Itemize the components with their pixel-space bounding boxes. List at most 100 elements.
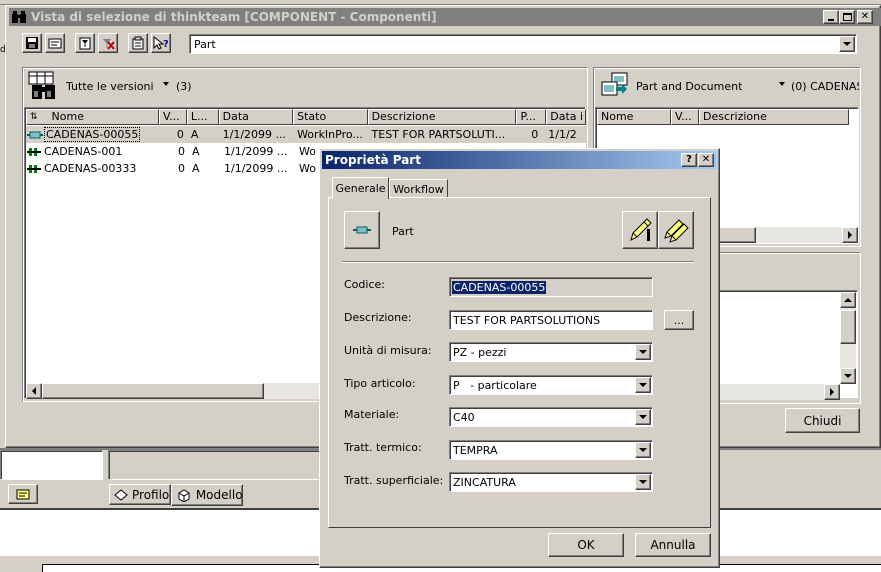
col-header-datai[interactable]: Data i [546, 109, 586, 125]
help-pointer-button[interactable]: ? [151, 33, 171, 53]
col-header-data[interactable]: Data [218, 109, 294, 125]
descrizione-field[interactable]: TEST FOR PARTSOLUTIONS [449, 310, 653, 330]
left-hscroll-thumb[interactable] [42, 383, 264, 399]
scroll-up-button[interactable] [840, 292, 856, 308]
chevron-down-icon [163, 82, 169, 86]
edit-button[interactable] [622, 211, 658, 249]
annulla-button[interactable]: Annulla [635, 533, 711, 557]
right-lower-hscrollbar[interactable] [702, 384, 840, 400]
table-row[interactable]: CADENAS-00055 0 A 1/1/2099 ... WorkInPro… [26, 126, 586, 143]
right-vscroll-thumb[interactable] [840, 310, 856, 344]
descrizione-browse-button[interactable]: ... [664, 310, 694, 330]
doc-col-header-descrizione[interactable]: Descrizione [699, 109, 849, 125]
termico-select[interactable]: TEMPRA [449, 440, 653, 460]
col-header-v[interactable]: V... [159, 109, 187, 125]
col-header-stato[interactable]: Stato [293, 109, 368, 125]
col-header-l[interactable]: L... [186, 109, 219, 125]
maximize-button[interactable] [839, 10, 855, 24]
descrizione-label: Descrizione: [344, 311, 412, 324]
termico-value: TEMPRA [453, 444, 498, 457]
chevron-down-icon [639, 415, 647, 419]
tab-workflow-label: Workflow [393, 182, 444, 196]
close-icon: ✕ [860, 11, 870, 22]
col-header-nome[interactable]: ⇅ Nome [26, 109, 160, 125]
materiale-value: C40 [453, 411, 475, 424]
col-header-descrizione[interactable]: Descrizione [367, 109, 517, 125]
tab-profilo[interactable]: Profilo [109, 484, 171, 505]
chiudi-button[interactable]: Chiudi [785, 408, 860, 433]
doc-col-header-v[interactable]: V... [671, 109, 699, 125]
edit-all-button[interactable] [658, 211, 694, 249]
notes-button[interactable] [128, 33, 148, 53]
ok-button[interactable]: OK [548, 533, 624, 557]
tab-modello[interactable]: Modello [171, 484, 243, 506]
close-button[interactable]: ✕ [857, 10, 873, 24]
toolbar-combo-dropdown[interactable] [839, 36, 855, 52]
tipo-label: Tipo articolo: [344, 377, 416, 390]
dialog-close-button[interactable]: ✕ [698, 153, 714, 167]
filter-button[interactable] [75, 33, 95, 53]
dialog-help-button[interactable]: ? [681, 153, 697, 167]
superficiale-select[interactable]: ZINCATURA [449, 472, 653, 492]
tipo-dropdown[interactable] [635, 377, 651, 393]
main-titlebar: Vista di selezione di thinkteam [COMPONE… [9, 8, 881, 26]
ok-label: OK [577, 538, 595, 552]
dialog-titlebar: Proprietà Part ? ✕ [322, 151, 717, 169]
arrow-down-icon [844, 374, 852, 378]
materiale-dropdown[interactable] [635, 409, 651, 425]
row-l: A [190, 128, 199, 141]
minimize-icon [828, 19, 834, 21]
scroll-right-button[interactable] [842, 227, 858, 243]
scroll-left-button[interactable] [26, 383, 42, 399]
scroll-right-button[interactable] [824, 384, 840, 400]
minimize-button[interactable] [823, 10, 839, 24]
chevron-down-icon [639, 350, 647, 354]
unita-dropdown[interactable] [635, 344, 651, 360]
tipo-select[interactable]: P - particolare [449, 375, 653, 395]
part-type-label: Part [392, 225, 414, 238]
col-nome-label: Nome [51, 110, 84, 123]
save-button[interactable] [22, 33, 42, 53]
browse-label: ... [673, 313, 685, 327]
assembly-icon [27, 147, 41, 156]
right-pane-dropdown[interactable] [779, 82, 785, 86]
versions-label: Tutte le versioni [66, 80, 154, 93]
bg-left-tab[interactable] [0, 484, 40, 506]
unita-select[interactable]: PZ - pezzi [449, 342, 653, 362]
note-icon [8, 484, 38, 504]
tab-generale[interactable]: Generale [332, 177, 389, 199]
right-hscrollbar[interactable] [710, 227, 858, 243]
tab-workflow[interactable]: Workflow [389, 179, 448, 198]
unita-value: PZ - pezzi [453, 346, 507, 359]
dialog-title: Proprietà Part [325, 153, 421, 167]
termico-dropdown[interactable] [635, 442, 651, 458]
doc-col-header-nome[interactable]: Nome [597, 109, 671, 125]
documents-table-header: Nome V... Descrizione [597, 109, 857, 125]
materiale-select[interactable]: C40 [449, 407, 653, 427]
codice-field[interactable]: CADENAS-00055 [449, 277, 653, 297]
tipo-value: P - particolare [453, 379, 537, 392]
remove-filter-icon [103, 39, 115, 50]
row-name: CADENAS-001 [44, 145, 123, 158]
right-lower-list [700, 290, 858, 398]
arrow-right-icon [830, 388, 834, 396]
row-v: 0 [178, 145, 185, 158]
codice-value: CADENAS-00055 [452, 281, 547, 294]
superficiale-value: ZINCATURA [453, 476, 516, 489]
right-pane-count: (0) CADENAS [791, 80, 859, 93]
unita-label: Unità di misura: [344, 344, 432, 357]
sort-icon: ⇅ [30, 112, 38, 122]
col-header-p[interactable]: P... [516, 109, 547, 125]
toolbar-combo[interactable]: Part [189, 34, 857, 54]
versions-dropdown[interactable] [163, 82, 169, 86]
row-datai: 1/1/2 [548, 128, 577, 141]
arrow-up-icon [844, 298, 852, 302]
remove-filter-button[interactable] [98, 33, 118, 53]
row-v: 0 [178, 162, 185, 175]
properties-list-button[interactable] [45, 33, 65, 53]
row-data: 1/1/2099 ... [222, 128, 286, 141]
scroll-down-button[interactable] [840, 368, 856, 384]
right-vscrollbar[interactable] [840, 292, 856, 384]
part-type-button[interactable] [344, 211, 380, 249]
superficiale-dropdown[interactable] [635, 474, 651, 490]
